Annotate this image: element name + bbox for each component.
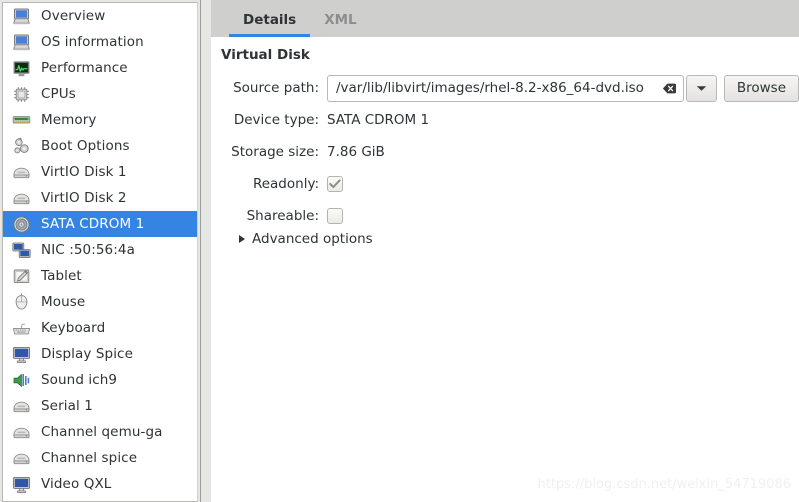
harddisk-icon <box>11 188 31 208</box>
source-path-value: /var/lib/libvirt/images/rhel-8.2-x86_64-… <box>336 80 644 96</box>
device-type-value: SATA CDROM 1 <box>327 112 430 128</box>
virt-manager-vm-details-window: Overview OS information Performance CPUs Mem… <box>0 0 799 502</box>
computer-icon <box>11 32 31 52</box>
keyboard-icon <box>11 318 31 338</box>
readonly-checkbox[interactable] <box>327 176 343 192</box>
sidebar-item-os-information[interactable]: OS information <box>3 29 197 55</box>
advanced-options-label: Advanced options <box>252 231 373 247</box>
display-icon <box>11 474 31 494</box>
storage-size-label: Storage size: <box>231 144 319 160</box>
source-path-input[interactable]: /var/lib/libvirt/images/rhel-8.2-x86_64-… <box>327 74 684 102</box>
sidebar-item-memory[interactable]: Memory <box>3 107 197 133</box>
details-main-panel: Details XML Virtual Disk Source path: /v… <box>211 0 799 502</box>
chevron-down-icon <box>696 81 707 96</box>
device-type-label: Device type: <box>233 112 319 128</box>
sidebar-item-label: CPUs <box>41 86 76 102</box>
sidebar-item-video-qxl[interactable]: Video QXL <box>3 471 197 497</box>
sound-icon <box>11 370 31 390</box>
sidebar-item-label: VirtIO Disk 2 <box>41 190 127 206</box>
sidebar-item-tablet[interactable]: Tablet <box>3 263 197 289</box>
source-path-dropdown-button[interactable] <box>685 74 717 102</box>
sidebar-item-channel-qemu-ga[interactable]: Channel qemu-ga <box>3 419 197 445</box>
source-path-label: Source path: <box>233 80 319 96</box>
gears-icon <box>11 136 31 156</box>
tab-details[interactable]: Details <box>229 12 311 37</box>
sidebar-item-label: VirtIO Disk 1 <box>41 164 127 180</box>
tablet-pen-icon <box>11 266 31 286</box>
sidebar-item-performance[interactable]: Performance <box>3 55 197 81</box>
sidebar-item-keyboard[interactable]: Keyboard <box>3 315 197 341</box>
sidebar-item-channel-spice[interactable]: Channel spice <box>3 445 197 471</box>
sidebar-item-label: Overview <box>41 8 106 24</box>
tab-details-label: Details <box>243 12 297 28</box>
device-type-row: Device type: SATA CDROM 1 <box>211 107 799 133</box>
storage-size-value: 7.86 GiB <box>327 144 385 160</box>
sidebar-item-cpus[interactable]: CPUs <box>3 81 197 107</box>
sidebar-item-label: Sound ich9 <box>41 372 118 388</box>
sidebar-item-label: Mouse <box>41 294 86 310</box>
sidebar-item-label: Video QXL <box>41 476 112 492</box>
sidebar-item-label: NIC :50:56:4a <box>41 242 135 258</box>
chevron-right-icon <box>239 235 245 243</box>
sidebar-item-label: Channel qemu-ga <box>41 424 163 440</box>
details-content: Virtual Disk Source path: /var/lib/libvi… <box>211 37 799 502</box>
sidebar-item-virtio-disk-2[interactable]: VirtIO Disk 2 <box>3 185 197 211</box>
harddisk-icon <box>11 162 31 182</box>
performance-icon <box>11 58 31 78</box>
sidebar-item-overview[interactable]: Overview <box>3 3 197 29</box>
clear-entry-icon[interactable] <box>662 81 677 96</box>
virtual-disk-form: Source path: /var/lib/libvirt/images/rhe… <box>211 74 799 235</box>
watermark-text: https://blog.csdn.net/weixin_54719086 <box>537 477 791 492</box>
mouse-icon <box>11 292 31 312</box>
shareable-row: Shareable: <box>211 203 799 229</box>
readonly-row: Readonly: <box>211 171 799 197</box>
sidebar-item-label: Tablet <box>41 268 82 284</box>
sidebar-item-label: Keyboard <box>41 320 106 336</box>
hardware-list[interactable]: Overview OS information Performance CPUs Mem… <box>2 2 198 502</box>
sidebar-item-label: Memory <box>41 112 97 128</box>
advanced-options-toggle[interactable]: Advanced options <box>239 231 373 247</box>
shareable-checkbox[interactable] <box>327 208 343 224</box>
sidebar-item-label: OS information <box>41 34 144 50</box>
section-title: Virtual Disk <box>221 47 310 63</box>
serial-port-icon <box>11 422 31 442</box>
serial-port-icon <box>11 396 31 416</box>
browse-button-label: Browse <box>736 80 786 96</box>
serial-port-icon <box>11 448 31 468</box>
tab-xml[interactable]: XML <box>310 12 370 37</box>
shareable-label: Shareable: <box>246 208 319 224</box>
sidebar-item-sata-cdrom-1[interactable]: SATA CDROM 1 <box>3 211 197 237</box>
source-path-row: Source path: /var/lib/libvirt/images/rhe… <box>211 74 799 102</box>
sidebar-item-label: Serial 1 <box>41 398 93 414</box>
browse-button[interactable]: Browse <box>723 74 799 102</box>
display-icon <box>11 344 31 364</box>
sidebar-item-mouse[interactable]: Mouse <box>3 289 197 315</box>
hardware-sidebar: Overview OS information Performance CPUs Mem… <box>0 0 200 502</box>
readonly-label: Readonly: <box>252 176 319 192</box>
sidebar-item-boot-options[interactable]: Boot Options <box>3 133 197 159</box>
sidebar-item-sound-ich9[interactable]: Sound ich9 <box>3 367 197 393</box>
panel-divider <box>200 0 211 502</box>
sidebar-item-display-spice[interactable]: Display Spice <box>3 341 197 367</box>
sidebar-item-label: Boot Options <box>41 138 130 154</box>
sidebar-item-label: Display Spice <box>41 346 133 362</box>
sidebar-item-serial-1[interactable]: Serial 1 <box>3 393 197 419</box>
network-icon <box>11 240 31 260</box>
sidebar-item-label: SATA CDROM 1 <box>41 216 145 232</box>
checkmark-icon <box>329 179 341 189</box>
storage-size-row: Storage size: 7.86 GiB <box>211 139 799 165</box>
cdrom-disc-icon <box>11 214 31 234</box>
computer-icon <box>11 6 31 26</box>
tab-xml-label: XML <box>324 12 357 28</box>
sidebar-item-label: Channel spice <box>41 450 138 466</box>
memory-ram-icon <box>11 110 31 130</box>
sidebar-item-virtio-disk-1[interactable]: VirtIO Disk 1 <box>3 159 197 185</box>
cpu-chip-icon <box>11 84 31 104</box>
sidebar-item-nic-50-56-4a[interactable]: NIC :50:56:4a <box>3 237 197 263</box>
sidebar-item-label: Performance <box>41 60 128 76</box>
tab-bar: Details XML <box>211 0 799 37</box>
